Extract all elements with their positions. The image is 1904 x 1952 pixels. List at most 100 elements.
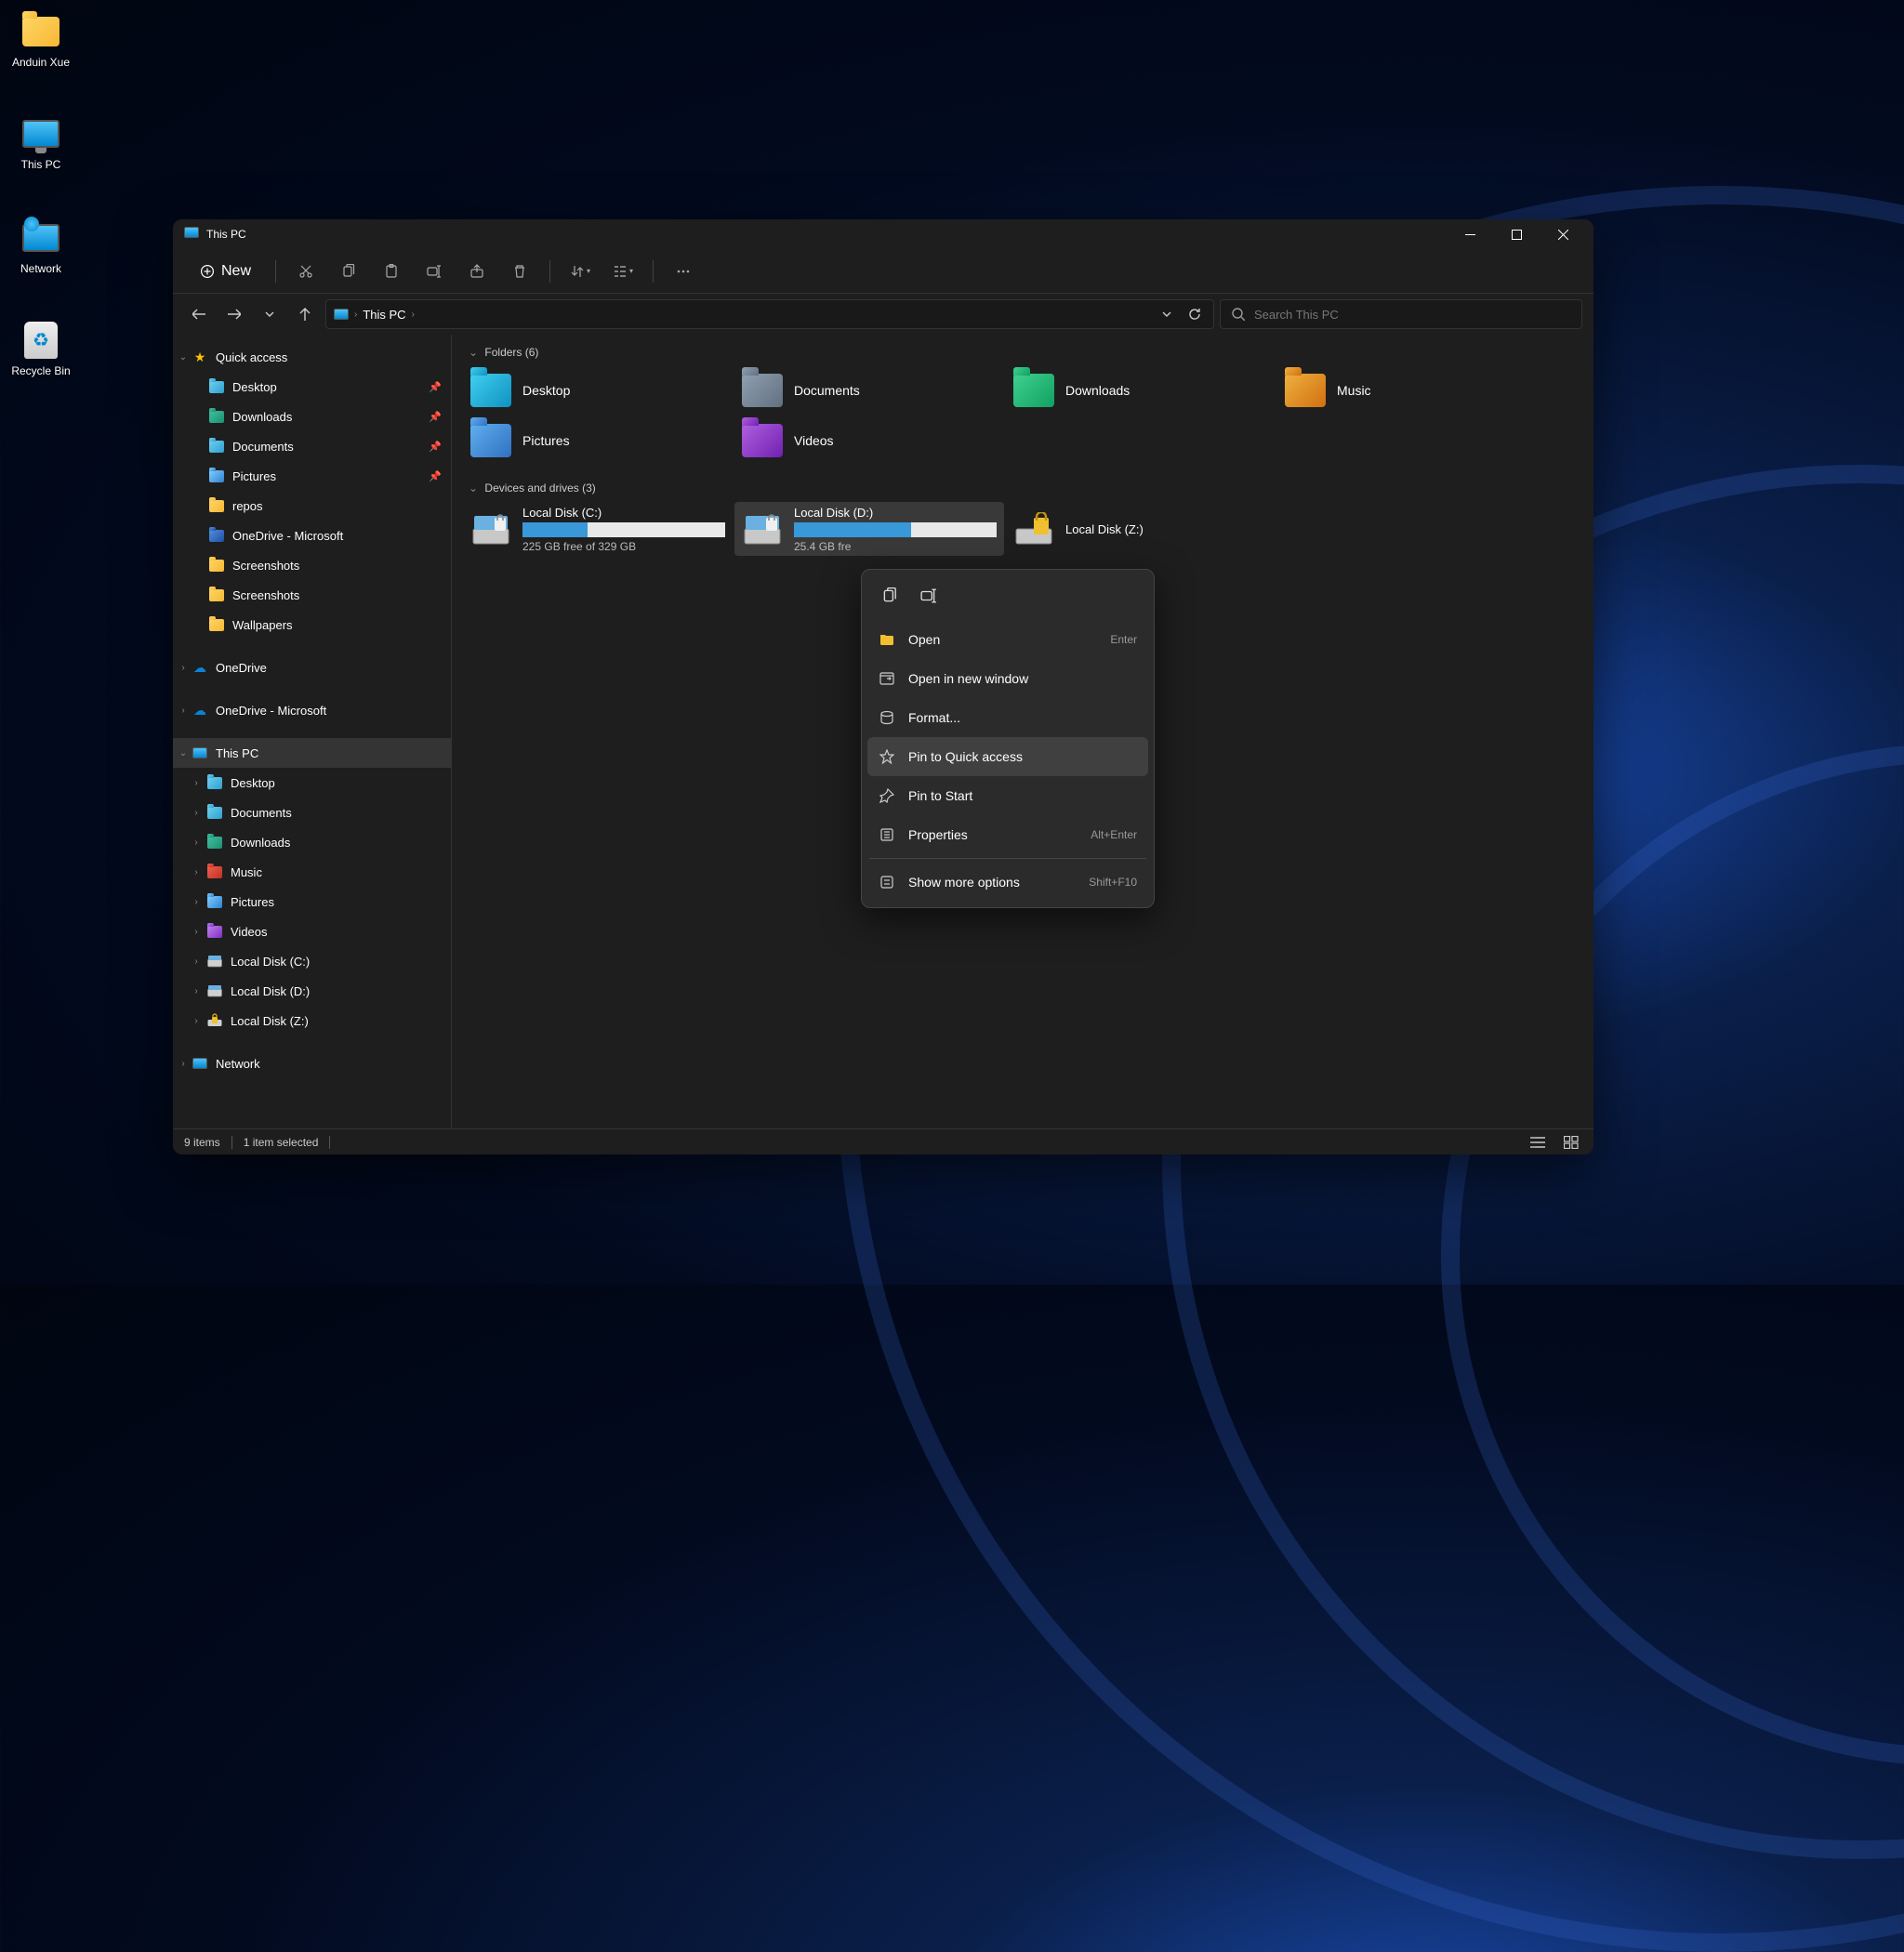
rename-icon	[920, 587, 937, 604]
recent-dropdown[interactable]	[255, 299, 284, 329]
context-rename-button[interactable]	[912, 579, 945, 613]
sidebar-item-documents[interactable]: Documents📌	[173, 431, 451, 461]
back-button[interactable]	[184, 299, 214, 329]
sidebar-item-repos[interactable]: repos	[173, 491, 451, 521]
sidebar-quick-access[interactable]: ⌄ ★ Quick access	[173, 342, 451, 372]
chevron-right-icon[interactable]: ›	[190, 838, 203, 848]
delete-button[interactable]	[501, 255, 538, 288]
sidebar-item-music[interactable]: ›Music	[173, 857, 451, 887]
paste-button[interactable]	[373, 255, 410, 288]
share-button[interactable]	[458, 255, 496, 288]
section-label: Folders (6)	[484, 346, 538, 359]
drive-local-disk-z-[interactable]: Local Disk (Z:)	[1006, 502, 1276, 556]
chevron-right-icon[interactable]: ›	[190, 956, 203, 967]
context-copy-button[interactable]	[873, 579, 906, 613]
sidebar-item-label: Local Disk (D:)	[231, 984, 310, 998]
search-input[interactable]	[1254, 308, 1570, 322]
minimize-button[interactable]	[1447, 219, 1493, 249]
folder-icon	[206, 804, 223, 821]
context-menu-pin-to-start[interactable]: Pin to Start	[867, 776, 1148, 815]
folder-icon	[208, 408, 225, 425]
folder-videos[interactable]: Videos	[734, 416, 1004, 465]
folder-desktop[interactable]: Desktop	[463, 366, 733, 415]
address-dropdown[interactable]	[1156, 299, 1178, 329]
title-bar[interactable]: This PC	[173, 219, 1593, 249]
chevron-right-icon[interactable]: ›	[177, 706, 190, 716]
new-button[interactable]: New	[188, 255, 264, 288]
maximize-button[interactable]	[1493, 219, 1540, 249]
close-button[interactable]	[1540, 219, 1586, 249]
sidebar-this-pc[interactable]: ⌄ This PC	[173, 738, 451, 768]
section-label: Devices and drives (3)	[484, 481, 595, 495]
address-bar[interactable]: › This PC ›	[325, 299, 1214, 329]
sidebar-item-downloads[interactable]: Downloads📌	[173, 402, 451, 431]
section-drives[interactable]: ⌄ Devices and drives (3)	[463, 478, 1582, 498]
chevron-right-icon[interactable]: ›	[177, 1059, 190, 1069]
chevron-right-icon[interactable]: ›	[190, 778, 203, 788]
sidebar-network[interactable]: › Network	[173, 1049, 451, 1078]
more-button[interactable]	[665, 255, 702, 288]
chevron-right-icon[interactable]: ›	[190, 867, 203, 877]
folder-label: Videos	[794, 433, 834, 448]
sidebar-onedrive-microsoft[interactable]: › ☁ OneDrive - Microsoft	[173, 695, 451, 725]
folder-downloads[interactable]: Downloads	[1006, 366, 1276, 415]
recycle-bin-icon	[24, 322, 58, 359]
desktop-icon-user-folder[interactable]: Anduin Xue	[4, 11, 78, 69]
folder-icon	[1013, 373, 1054, 408]
sidebar-item-local-disk-z-[interactable]: ›Local Disk (Z:)	[173, 1006, 451, 1035]
cut-button[interactable]	[287, 255, 324, 288]
folder-music[interactable]: Music	[1277, 366, 1547, 415]
folder-documents[interactable]: Documents	[734, 366, 1004, 415]
chevron-right-icon[interactable]: ›	[190, 1016, 203, 1026]
forward-button[interactable]	[219, 299, 249, 329]
rename-button[interactable]	[416, 255, 453, 288]
sidebar-item-wallpapers[interactable]: Wallpapers	[173, 610, 451, 640]
context-menu-open[interactable]: OpenEnter	[867, 620, 1148, 659]
sidebar-item-documents[interactable]: ›Documents	[173, 798, 451, 827]
section-folders[interactable]: ⌄ Folders (6)	[463, 342, 1582, 363]
search-box[interactable]	[1220, 299, 1582, 329]
chevron-right-icon[interactable]: ›	[190, 986, 203, 996]
context-menu-open-in-new-window[interactable]: Open in new window	[867, 659, 1148, 698]
up-button[interactable]	[290, 299, 320, 329]
sidebar-item-onedrive-microsoft[interactable]: OneDrive - Microsoft	[173, 521, 451, 550]
chevron-right-icon[interactable]: ›	[190, 927, 203, 937]
desktop-icon-recycle-bin[interactable]: Recycle Bin	[4, 320, 78, 377]
desktop-icon-this-pc[interactable]: This PC	[4, 113, 78, 171]
thumbnails-view-button[interactable]	[1560, 1133, 1582, 1152]
chevron-right-icon[interactable]: ›	[190, 897, 203, 907]
sidebar-item-pictures[interactable]: ›Pictures	[173, 887, 451, 917]
context-menu-show-more[interactable]: Show more options Shift+F10	[867, 863, 1148, 902]
sidebar-onedrive[interactable]: › ☁ OneDrive	[173, 653, 451, 682]
sort-button[interactable]: ▾	[562, 255, 599, 288]
separator	[869, 858, 1146, 859]
sidebar-item-screenshots[interactable]: Screenshots	[173, 550, 451, 580]
sidebar-item-screenshots[interactable]: Screenshots	[173, 580, 451, 610]
sidebar-item-videos[interactable]: ›Videos	[173, 917, 451, 946]
sidebar: ⌄ ★ Quick access Desktop📌Downloads📌Docum…	[173, 335, 452, 1128]
context-menu-properties[interactable]: PropertiesAlt+Enter	[867, 815, 1148, 854]
sidebar-item-downloads[interactable]: ›Downloads	[173, 827, 451, 857]
chevron-right-icon[interactable]: ›	[190, 808, 203, 818]
copy-button[interactable]	[330, 255, 367, 288]
sidebar-item-label: Desktop	[232, 380, 277, 394]
sidebar-item-desktop[interactable]: ›Desktop	[173, 768, 451, 798]
view-button[interactable]: ▾	[604, 255, 641, 288]
sidebar-item-desktop[interactable]: Desktop📌	[173, 372, 451, 402]
desktop-icon-network[interactable]: Network	[4, 218, 78, 275]
folder-pictures[interactable]: Pictures	[463, 416, 733, 465]
context-menu-pin-to-quick-access[interactable]: Pin to Quick access	[867, 737, 1148, 776]
chevron-down-icon[interactable]: ⌄	[177, 748, 190, 758]
drive-local-disk-d-[interactable]: Local Disk (D:)25.4 GB fre	[734, 502, 1004, 556]
context-menu-format-[interactable]: Format...	[867, 698, 1148, 737]
details-view-button[interactable]	[1527, 1133, 1549, 1152]
sidebar-item-local-disk-d-[interactable]: › Local Disk (D:)	[173, 976, 451, 1006]
sidebar-item-pictures[interactable]: Pictures📌	[173, 461, 451, 491]
chevron-right-icon[interactable]: ›	[177, 663, 190, 673]
breadcrumb-segment[interactable]: This PC	[363, 308, 405, 322]
sidebar-item-local-disk-c-[interactable]: ›Local Disk (C:)	[173, 946, 451, 976]
refresh-button[interactable]	[1183, 299, 1206, 329]
drive-label: Local Disk (C:)	[522, 506, 725, 520]
chevron-down-icon[interactable]: ⌄	[177, 352, 190, 363]
drive-local-disk-c-[interactable]: Local Disk (C:)225 GB free of 329 GB	[463, 502, 733, 556]
